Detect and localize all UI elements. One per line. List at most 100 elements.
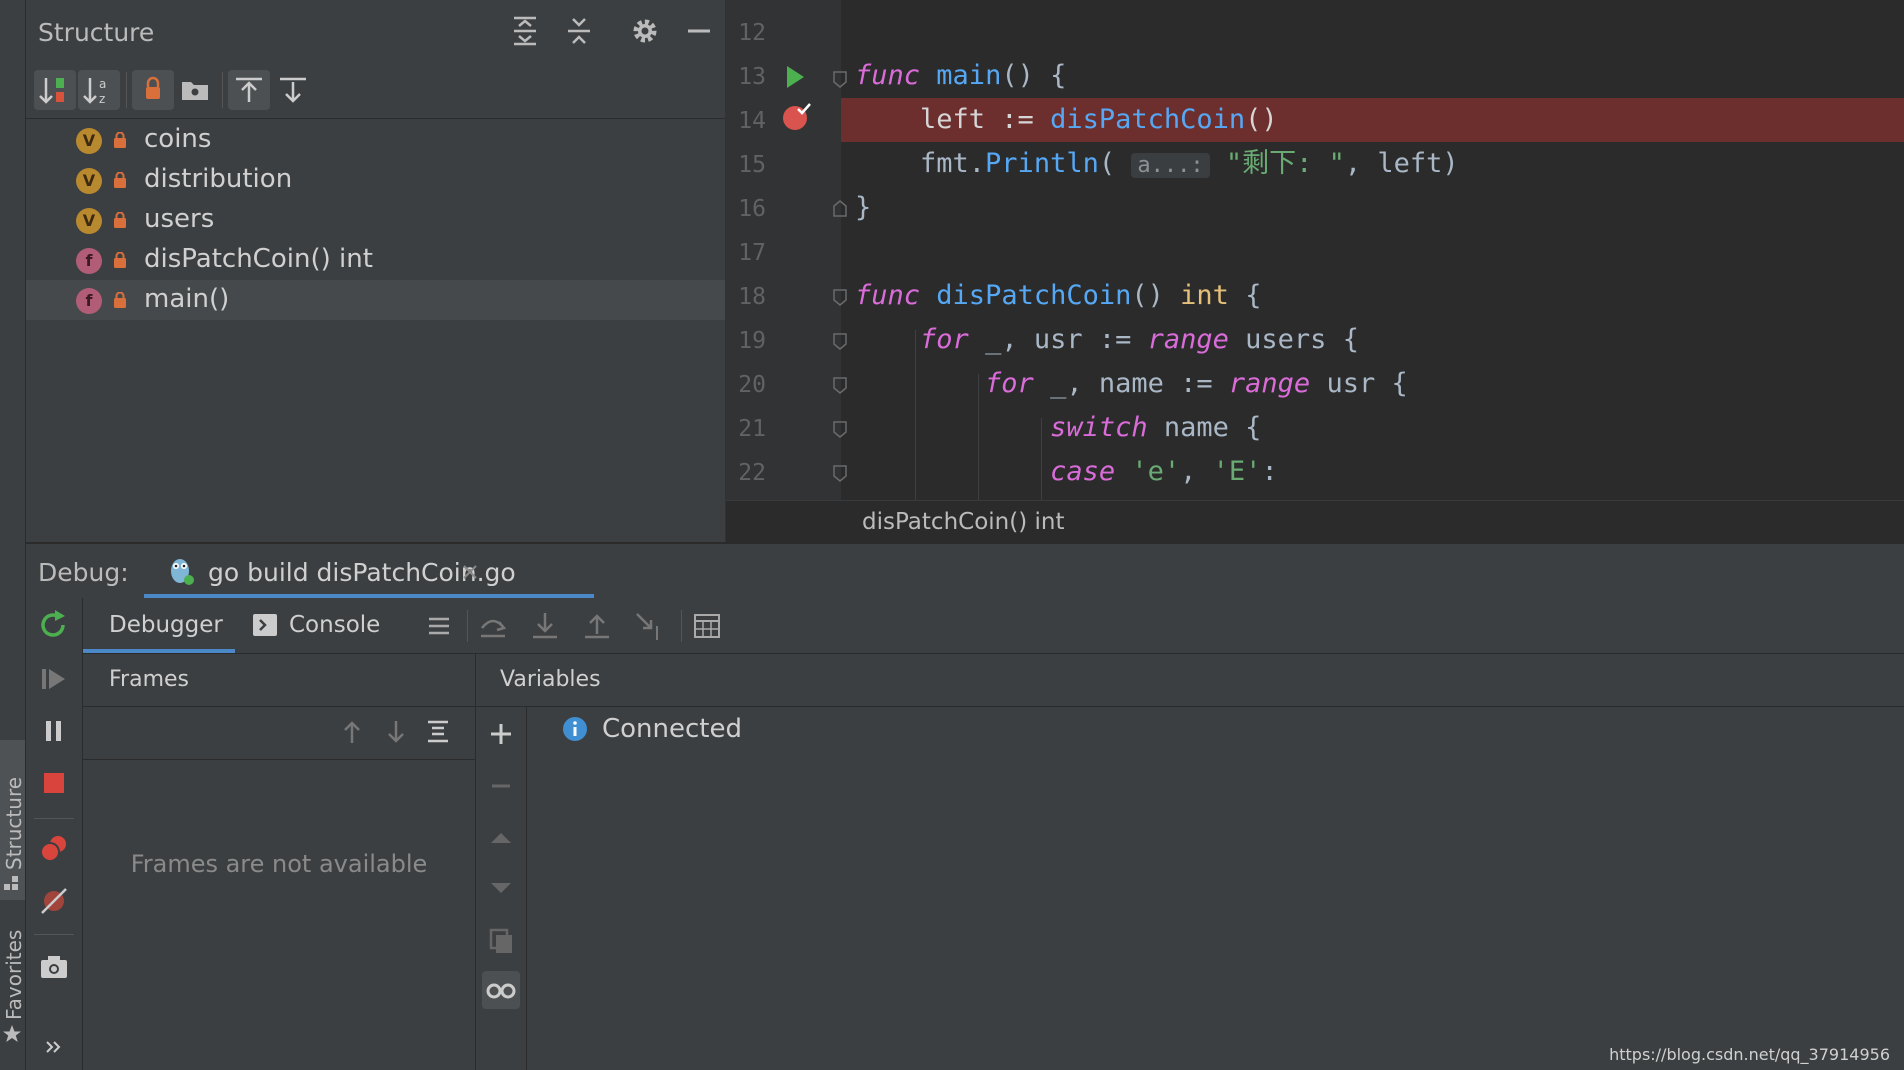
code-line-13: func main() { xyxy=(855,60,1067,91)
step-into-icon[interactable] xyxy=(529,610,561,642)
gear-icon xyxy=(633,19,657,43)
toolbar-separator xyxy=(222,72,223,108)
run-to-cursor-icon[interactable] xyxy=(633,610,665,642)
debug-session-tab[interactable]: go build disPatchCoin.go xyxy=(144,544,594,598)
favorites-side-tab-label: Favorites xyxy=(2,929,26,1020)
variables-header: Variables xyxy=(476,654,1904,707)
autoscroll-to-source-button[interactable] xyxy=(228,70,270,110)
remove-watch-button[interactable] xyxy=(482,767,520,805)
frames-title: Frames xyxy=(109,667,190,692)
favorites-side-tab[interactable]: Favorites xyxy=(0,920,26,1070)
tab-console-label: Console xyxy=(289,612,381,638)
code-line-14: left := disPatchCoin() xyxy=(855,104,1278,135)
structure-item-main[interactable]: f main() xyxy=(26,280,725,320)
collapse-all-button[interactable] xyxy=(562,14,596,48)
svg-text:a: a xyxy=(99,77,106,91)
code-line-16: } xyxy=(855,192,872,223)
variables-title: Variables xyxy=(500,667,601,692)
code-line-15: fmt.Println( a...: "剩下: ", left) xyxy=(855,148,1459,179)
info-icon xyxy=(563,717,587,741)
debug-tool-window-header: Debug: go build disPatchCoin.go xyxy=(26,543,1904,599)
frames-toolbar xyxy=(83,707,475,760)
move-watch-down-button[interactable] xyxy=(482,869,520,907)
star-icon xyxy=(3,1025,21,1042)
debug-panel: Debugger Console Frames Frames are not a… xyxy=(26,598,1904,1070)
copy-watch-button[interactable] xyxy=(482,921,520,959)
settings-button[interactable] xyxy=(628,14,662,48)
structure-item-distribution[interactable]: V distribution xyxy=(26,160,725,200)
structure-item-label: main() xyxy=(144,284,230,314)
resume-button[interactable] xyxy=(35,660,73,698)
variables-pane: Variables Connected xyxy=(476,654,1904,1070)
fold-marker-icon[interactable] xyxy=(832,376,848,394)
structure-item-dispatchcoin[interactable]: f disPatchCoin() int xyxy=(26,240,725,280)
breakpoint-icon[interactable] xyxy=(782,102,812,132)
toolbar-separator xyxy=(126,72,127,108)
show-non-public-button[interactable] xyxy=(132,70,174,110)
expand-all-icon xyxy=(514,16,536,46)
stop-button[interactable] xyxy=(35,764,73,802)
get-thread-dump-button[interactable] xyxy=(35,948,73,986)
close-tab-icon[interactable] xyxy=(462,564,478,580)
fold-marker-icon[interactable] xyxy=(832,288,848,306)
frames-empty-message: Frames are not available xyxy=(130,850,428,878)
gopher-icon xyxy=(171,559,194,585)
frames-filter-icon[interactable] xyxy=(423,717,453,747)
code-line-20: for _, name := range usr { xyxy=(985,368,1408,399)
editor-breadcrumb[interactable]: disPatchCoin() int xyxy=(726,500,1904,543)
arrow-up-icon[interactable] xyxy=(337,717,367,747)
fold-marker-icon[interactable] xyxy=(832,200,848,218)
fold-marker-icon[interactable] xyxy=(832,420,848,438)
show-watches-button[interactable] xyxy=(482,971,520,1009)
more-actions-button[interactable] xyxy=(35,1028,73,1066)
camera-icon xyxy=(41,956,67,978)
expand-all-button[interactable] xyxy=(508,14,542,48)
breadcrumb-item[interactable]: disPatchCoin() int xyxy=(862,509,1065,535)
sort-visibility-icon xyxy=(39,78,64,104)
new-watch-button[interactable] xyxy=(482,715,520,753)
move-watch-up-button[interactable] xyxy=(482,819,520,857)
group-by-package-button[interactable] xyxy=(174,70,216,110)
double-chevron-icon xyxy=(46,1041,61,1053)
structure-item-coins[interactable]: V coins xyxy=(26,120,725,160)
line-number: 17 xyxy=(738,240,766,266)
structure-item-label: coins xyxy=(144,124,212,154)
line-number: 12 xyxy=(738,20,766,46)
string-literal: "剩下: " xyxy=(1225,148,1345,179)
rerun-icon xyxy=(41,610,65,637)
hide-panel-button[interactable] xyxy=(682,14,716,48)
editor-gutter[interactable]: 12 13 14 15 16 17 18 19 20 21 22 xyxy=(726,0,847,500)
variable-badge-icon: V xyxy=(76,208,102,234)
sort-alphabetically-button[interactable]: az xyxy=(78,70,120,110)
scroll-from-source-icon xyxy=(280,77,306,103)
rerun-button[interactable] xyxy=(35,606,73,644)
run-gutter-icon[interactable] xyxy=(784,64,806,90)
connection-status-text: Connected xyxy=(602,714,743,744)
tab-debugger[interactable]: Debugger xyxy=(83,598,235,653)
code-line-18: func disPatchCoin() int { xyxy=(855,280,1262,311)
mute-breakpoints-button[interactable] xyxy=(35,882,73,920)
view-breakpoints-button[interactable] xyxy=(35,830,73,868)
step-out-icon[interactable] xyxy=(581,610,613,642)
structure-panel: Structure az V coins V distribution V us… xyxy=(26,0,725,542)
pause-button[interactable] xyxy=(35,712,73,750)
evaluate-expression-icon[interactable] xyxy=(691,610,723,642)
toolbar-separator xyxy=(34,818,74,819)
fold-marker-icon[interactable] xyxy=(832,332,848,350)
step-over-icon[interactable] xyxy=(477,610,509,642)
layout-menu-icon[interactable] xyxy=(425,612,453,640)
code-editor[interactable]: 12 13 14 15 16 17 18 19 20 21 22 func ma… xyxy=(726,0,1904,500)
structure-item-users[interactable]: V users xyxy=(26,200,725,240)
fold-marker-icon[interactable] xyxy=(832,464,848,482)
tab-console[interactable]: Console xyxy=(253,598,383,653)
arrow-down-icon[interactable] xyxy=(381,717,411,747)
fold-marker-icon[interactable] xyxy=(832,70,848,88)
tab-debugger-label: Debugger xyxy=(109,612,223,638)
left-tool-window-strip: Structure Favorites xyxy=(0,0,26,1070)
structure-item-label: distribution xyxy=(144,164,293,194)
structure-side-tab[interactable]: Structure xyxy=(0,740,26,900)
line-number: 19 xyxy=(738,328,766,354)
sort-alpha-icon: az xyxy=(83,77,106,106)
sort-by-visibility-button[interactable] xyxy=(34,70,76,110)
autoscroll-from-source-button[interactable] xyxy=(272,70,314,110)
